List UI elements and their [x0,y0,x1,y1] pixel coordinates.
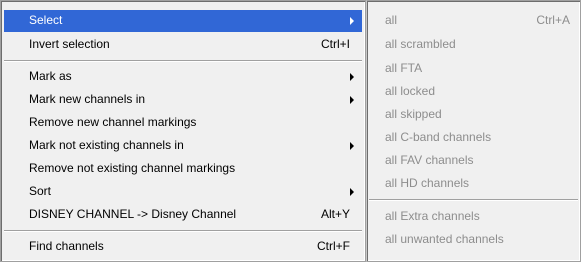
menu-item-mark-as[interactable]: Mark as [4,66,362,88]
submenu-arrow-icon [350,142,354,150]
menu-item-find-channels[interactable]: Find channels Ctrl+F [4,236,362,258]
menu-item-label: all C-band channels [385,130,492,144]
submenu-arrow-icon [350,188,354,196]
menu-item-remove-not-existing-channel-markings[interactable]: Remove not existing channel markings [4,158,362,180]
menu-item-remove-new-channel-markings[interactable]: Remove new channel markings [4,112,362,134]
menu-item-invert-selection[interactable]: Invert selection Ctrl+I [4,34,362,56]
menu-separator [4,60,362,62]
menu-item-label: all FAV channels [385,153,474,167]
context-menu: Select Invert selection Ctrl+I Mark as M… [0,0,366,262]
submenu-item-all[interactable]: all Ctrl+A [369,10,578,32]
submenu-item-all-extra-channels[interactable]: all Extra channels [369,206,578,228]
menu-item-label: all unwanted channels [385,232,504,246]
menu-item-label: all [385,13,398,27]
menu-item-shortcut: Ctrl+I [320,37,350,51]
menu-item-label: Remove new channel markings [29,115,197,129]
menu-item-label: all FTA [385,61,423,75]
menu-item-sort[interactable]: Sort [4,181,362,203]
menu-item-select[interactable]: Select [4,10,362,32]
menu-item-label: Mark as [29,69,72,83]
submenu-arrow-icon [350,73,354,81]
submenu-item-all-fta[interactable]: all FTA [369,58,578,80]
menu-item-rename-channel[interactable]: DISNEY CHANNEL -> Disney Channel Alt+Y [4,204,362,226]
menu-item-label: DISNEY CHANNEL -> Disney Channel [29,207,237,221]
submenu-item-all-locked[interactable]: all locked [369,81,578,103]
submenu-item-all-fav-channels[interactable]: all FAV channels [369,150,578,172]
menu-item-label: Invert selection [29,37,110,51]
select-submenu: all Ctrl+A all scrambled all FTA all loc… [366,0,581,262]
menu-item-shortcut: Alt+Y [320,207,350,221]
menu-item-label: Select [29,13,63,27]
menu-item-mark-not-existing-channels-in[interactable]: Mark not existing channels in [4,135,362,157]
submenu-item-all-scrambled[interactable]: all scrambled [369,34,578,56]
submenu-item-all-c-band-channels[interactable]: all C-band channels [369,127,578,149]
menu-item-label: Sort [29,184,52,198]
menu-item-label: Mark not existing channels in [29,138,184,152]
menu-item-label: all skipped [385,107,442,121]
submenu-arrow-icon [350,96,354,104]
submenu-item-all-skipped[interactable]: all skipped [369,104,578,126]
menu-item-shortcut: Ctrl+A [536,13,570,27]
menu-item-label: all scrambled [385,37,456,51]
menu-separator [4,230,362,232]
submenu-item-all-unwanted-channels[interactable]: all unwanted channels [369,229,578,251]
menu-item-label: Mark new channels in [29,92,146,106]
menu-item-label: all Extra channels [385,209,480,223]
menu-item-label: all HD channels [385,176,470,190]
menu-item-mark-new-channels-in[interactable]: Mark new channels in [4,89,362,111]
menu-separator [369,199,578,201]
submenu-item-all-hd-channels[interactable]: all HD channels [369,173,578,195]
submenu-arrow-icon [350,17,354,25]
menu-item-label: Remove not existing channel markings [29,161,236,175]
menu-item-label: all locked [385,84,436,98]
